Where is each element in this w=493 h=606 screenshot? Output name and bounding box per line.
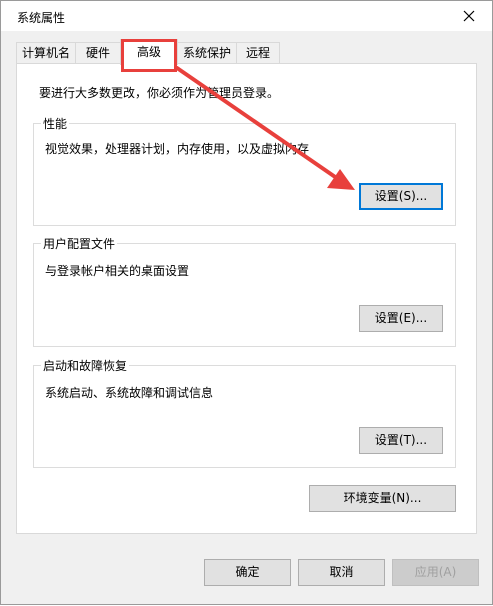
environment-variables-button[interactable]: 环境变量(N)... (309, 485, 456, 512)
tab-system-protection[interactable]: 系统保护 (177, 42, 237, 63)
close-button[interactable] (446, 1, 492, 31)
close-icon (463, 10, 475, 22)
title-bar: 系统属性 (1, 1, 492, 31)
annotation-highlight-box (121, 39, 177, 72)
startup-recovery-group: 启动和故障恢复 系统启动、系统故障和调试信息 设置(T)... (33, 357, 456, 468)
startup-recovery-settings-button[interactable]: 设置(T)... (359, 427, 443, 454)
performance-settings-button[interactable]: 设置(S)... (359, 183, 443, 210)
user-profiles-title: 用户配置文件 (41, 235, 118, 252)
system-properties-window: 系统属性 计算机名 硬件 高级 系统保护 远程 要进行大多数更改，你必须作为管理… (0, 0, 493, 605)
user-profiles-description: 与登录帐户相关的桌面设置 (45, 264, 190, 278)
cancel-button[interactable]: 取消 (298, 559, 385, 586)
ok-button[interactable]: 确定 (204, 559, 291, 586)
apply-button[interactable]: 应用(A) (392, 559, 479, 586)
performance-group: 性能 视觉效果，处理器计划，内存使用，以及虚拟内存 设置(S)... (33, 115, 456, 226)
startup-recovery-title: 启动和故障恢复 (41, 357, 130, 374)
startup-recovery-description: 系统启动、系统故障和调试信息 (45, 386, 214, 400)
performance-title: 性能 (41, 115, 70, 132)
tab-hardware[interactable]: 硬件 (75, 42, 121, 63)
user-profiles-group: 用户配置文件 与登录帐户相关的桌面设置 设置(E)... (33, 235, 456, 347)
performance-description: 视觉效果，处理器计划，内存使用，以及虚拟内存 (45, 142, 310, 156)
admin-note: 要进行大多数更改，你必须作为管理员登录。 (39, 86, 280, 100)
tab-computer-name[interactable]: 计算机名 (16, 42, 76, 63)
tab-remote[interactable]: 远程 (236, 42, 280, 63)
user-profiles-settings-button[interactable]: 设置(E)... (359, 305, 443, 332)
window-title: 系统属性 (17, 11, 66, 25)
advanced-tab-panel: 要进行大多数更改，你必须作为管理员登录。 性能 视觉效果，处理器计划，内存使用，… (16, 63, 477, 534)
